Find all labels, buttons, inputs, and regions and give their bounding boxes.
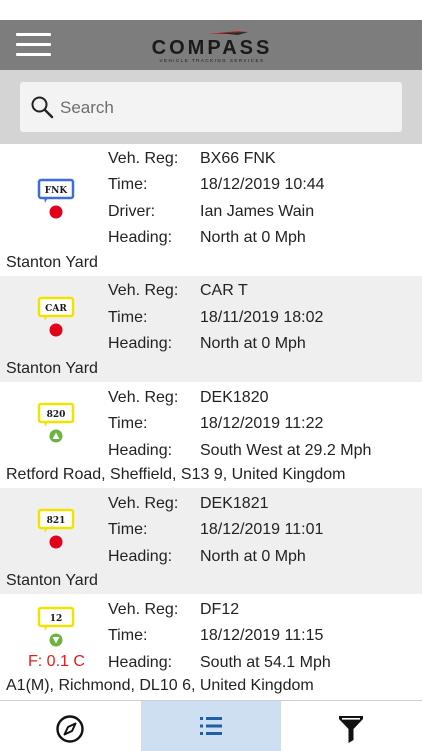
vehicle-marker-icon: 820	[37, 402, 75, 443]
time-line: Time: 18/12/2019 10:44	[108, 172, 325, 198]
reg-label: Veh. Reg:	[108, 282, 179, 299]
vehicle-row[interactable]: 820 Veh. Reg: DEK1820 Time: 18/12/2019 11:…	[0, 382, 422, 488]
logo-subtext: VEHICLE TRACKING SERVICES	[159, 58, 265, 63]
heading-label: Heading:	[108, 442, 173, 459]
list-icon	[200, 717, 222, 735]
heading-line: Heading: North at 0 Mph	[108, 544, 306, 570]
vehicle-marker-icon: 821	[37, 508, 75, 549]
heading-value: North at 0 Mph	[200, 229, 306, 246]
status-bar	[0, 0, 422, 20]
search-box[interactable]	[20, 82, 402, 134]
app-header: COMPASS VEHICLE TRACKING SERVICES	[0, 20, 422, 70]
search-bar	[0, 70, 422, 144]
reg-label: Veh. Reg:	[108, 495, 179, 512]
driver-value: Ian James Wain	[200, 203, 315, 220]
compass-icon	[56, 715, 84, 743]
reg-line: Veh. Reg: DEK1821	[108, 491, 269, 517]
heading-label: Heading:	[108, 229, 173, 246]
reg-value: BX66 FNK	[200, 150, 276, 167]
vehicle-badge: 820	[47, 410, 66, 420]
compass-logo: COMPASS VEHICLE TRACKING SERVICES	[142, 28, 282, 64]
reg-label: Veh. Reg:	[108, 389, 179, 406]
vehicle-address: Stanton Yard	[6, 360, 98, 377]
filter-icon	[339, 716, 363, 743]
time-label: Time:	[108, 521, 148, 538]
vehicle-address: A1(M), Richmond, DL10 6, United Kingdom	[6, 677, 314, 694]
time-line: Time: 18/11/2019 18:02	[108, 305, 323, 331]
tab-map[interactable]	[0, 701, 141, 751]
vehicle-badge: FNK	[45, 186, 69, 196]
reg-line: Veh. Reg: DEK1820	[108, 385, 269, 411]
heading-value: North at 0 Mph	[200, 548, 306, 565]
heading-label: Heading:	[108, 335, 173, 352]
reg-value: DEK1821	[200, 495, 269, 512]
vehicle-badge: CAR	[45, 304, 67, 314]
logo-text: COMPASS	[151, 37, 273, 59]
time-line: Time: 18/12/2019 11:15	[108, 623, 323, 649]
vehicle-row[interactable]: 12 F: 0.1 C Veh. Reg: DF12 Time: 18/12/201…	[0, 594, 422, 700]
vehicle-row[interactable]: 821 Veh. Reg: DEK1821 Time: 18/12/2019 11:…	[0, 488, 422, 594]
vehicle-badge: 12	[50, 614, 63, 624]
time-label: Time:	[108, 627, 148, 644]
reg-line: Veh. Reg: CAR T	[108, 278, 248, 304]
bottom-tab-bar	[0, 700, 422, 751]
status-stopped-icon	[49, 323, 63, 337]
time-value: 18/12/2019 10:44	[200, 176, 325, 193]
time-label: Time:	[108, 309, 148, 326]
reg-line: Veh. Reg: BX66 FNK	[108, 146, 276, 172]
time-value: 18/12/2019 11:15	[200, 627, 324, 644]
vehicle-marker-icon: FNK	[37, 178, 75, 219]
time-value: 18/11/2019 18:02	[200, 309, 324, 326]
tab-list[interactable]	[141, 701, 281, 751]
reg-value: CAR T	[200, 282, 248, 299]
reg-value: DEK1820	[200, 389, 269, 406]
hamburger-menu-icon[interactable]	[16, 33, 51, 57]
time-value: 18/12/2019 11:01	[200, 521, 324, 538]
driver-label: Driver:	[108, 203, 156, 220]
time-value: 18/12/2019 11:22	[200, 415, 324, 432]
vehicle-address: Stanton Yard	[6, 572, 98, 589]
reg-label: Veh. Reg:	[108, 150, 179, 167]
vehicle-badge: 821	[47, 516, 66, 526]
time-line: Time: 18/12/2019 11:01	[108, 517, 323, 543]
status-stopped-icon	[49, 205, 63, 219]
heading-value: South at 54.1 Mph	[200, 654, 331, 671]
vehicle-marker-icon: 12	[37, 606, 75, 647]
vehicle-row[interactable]: CAR Veh. Reg: CAR T Time: 18/11/2019 18:02…	[0, 276, 422, 382]
reg-line: Veh. Reg: DF12	[108, 597, 239, 623]
vehicle-address: Stanton Yard	[6, 254, 98, 271]
heading-value: North at 0 Mph	[200, 335, 306, 352]
driver-line: Driver: Ian James Wain	[108, 199, 314, 225]
heading-value: South West at 29.2 Mph	[200, 442, 372, 459]
reg-value: DF12	[200, 601, 240, 618]
tab-filter[interactable]	[281, 701, 422, 751]
search-input[interactable]	[58, 82, 392, 134]
vehicle-marker-icon: CAR	[37, 296, 75, 337]
heading-label: Heading:	[108, 548, 173, 565]
search-icon	[31, 96, 54, 119]
reg-label: Veh. Reg:	[108, 601, 179, 618]
heading-line: Heading: South West at 29.2 Mph	[108, 438, 371, 464]
status-stopped-icon	[49, 535, 63, 549]
vehicle-row[interactable]: FNK Veh. Reg: BX66 FNK Time: 18/12/2019 10…	[0, 144, 422, 276]
time-line: Time: 18/12/2019 11:22	[108, 411, 323, 437]
heading-label: Heading:	[108, 654, 173, 671]
heading-line: Heading: North at 0 Mph	[108, 225, 306, 251]
vehicle-list: FNK Veh. Reg: BX66 FNK Time: 18/12/2019 10…	[0, 144, 422, 700]
vehicle-address: Retford Road, Sheffield, S13 9, United K…	[6, 466, 346, 483]
time-label: Time:	[108, 176, 148, 193]
time-label: Time:	[108, 415, 148, 432]
heading-line: Heading: South at 54.1 Mph	[108, 650, 331, 676]
fuel-indicator: F: 0.1 C	[28, 653, 85, 670]
heading-line: Heading: North at 0 Mph	[108, 331, 306, 357]
